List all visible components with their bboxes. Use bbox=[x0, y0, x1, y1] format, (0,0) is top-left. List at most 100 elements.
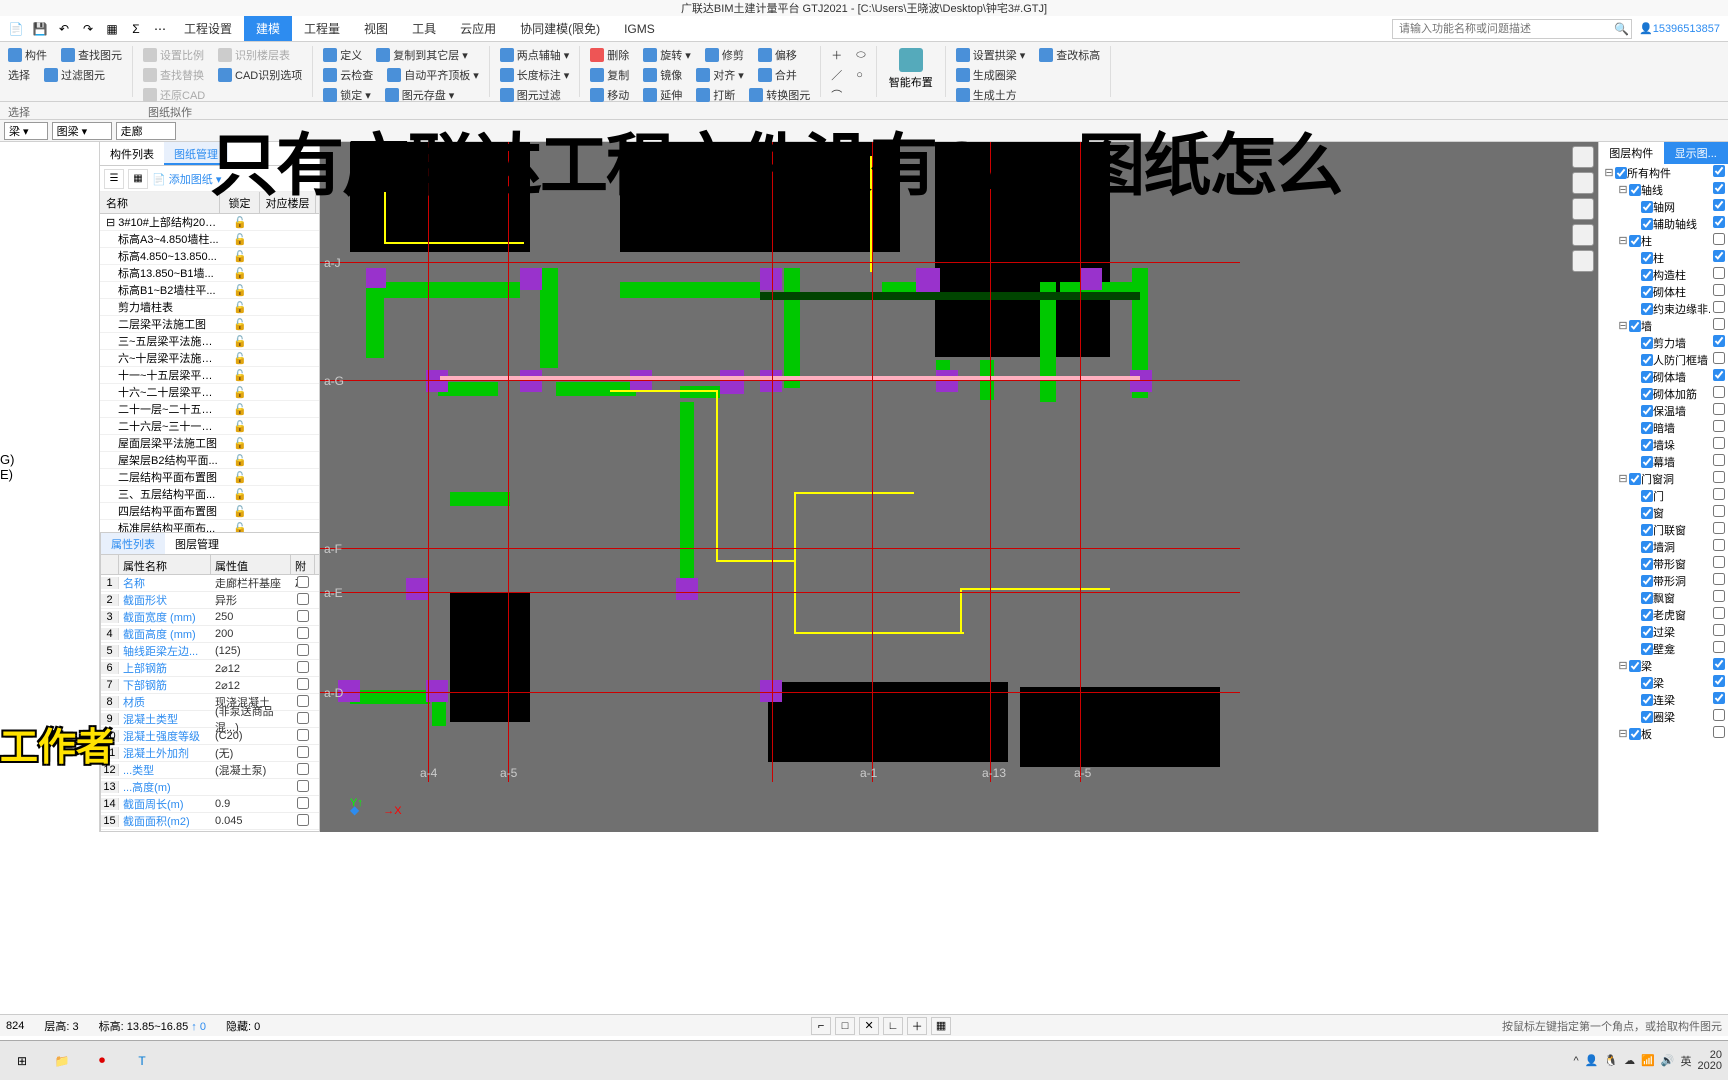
tab-build[interactable]: 建模 bbox=[244, 16, 292, 41]
arc-tool[interactable]: ⌒ bbox=[829, 86, 844, 104]
tab-component-list[interactable]: 构件列表 bbox=[100, 142, 164, 165]
layer-item[interactable]: 飘窗 bbox=[1599, 589, 1728, 606]
tab-igms[interactable]: IGMS bbox=[612, 18, 667, 40]
layer-item[interactable]: 轴网 bbox=[1599, 198, 1728, 215]
layer-item[interactable]: 辅助轴线 bbox=[1599, 215, 1728, 232]
layer-item[interactable]: 砌体墙 bbox=[1599, 368, 1728, 385]
line-tool[interactable]: ＋ bbox=[829, 46, 844, 64]
snap-cancel-icon[interactable]: ✕ bbox=[859, 1017, 879, 1035]
find-elem-button[interactable]: 查找图元 bbox=[59, 46, 124, 64]
floor-select[interactable]: 梁 ▾ bbox=[4, 122, 48, 140]
smart-layout-button[interactable]: 智能布置 bbox=[885, 46, 937, 92]
undo-icon[interactable]: ↶ bbox=[55, 20, 73, 38]
layer-item[interactable]: 约束边缘非... bbox=[1599, 300, 1728, 317]
drawing-item[interactable]: 二十一层~二十五层...🔓 bbox=[100, 401, 319, 418]
layer-item[interactable]: 暗墙 bbox=[1599, 419, 1728, 436]
layer-item[interactable]: 人防门框墙 bbox=[1599, 351, 1728, 368]
record-icon[interactable]: ⏺ bbox=[86, 1045, 118, 1077]
layer-item[interactable]: 连梁 bbox=[1599, 691, 1728, 708]
tab-show-layer[interactable]: 显示图... bbox=[1664, 142, 1728, 164]
drawing-item[interactable]: 标高4.850~13.850...🔓 bbox=[100, 248, 319, 265]
layer-item[interactable]: ⊟板 bbox=[1599, 725, 1728, 742]
define-button[interactable]: 定义 bbox=[321, 46, 364, 64]
category-select[interactable]: 图梁 ▾ bbox=[52, 122, 112, 140]
tab-props[interactable]: 属性列表 bbox=[101, 533, 165, 554]
tab-tool[interactable]: 工具 bbox=[400, 16, 448, 41]
layer-item[interactable]: 保温墙 bbox=[1599, 402, 1728, 419]
tab-cloud[interactable]: 云应用 bbox=[448, 16, 508, 41]
mirror-button[interactable]: 镜像 bbox=[641, 66, 684, 84]
layer-item[interactable]: 剪力墙 bbox=[1599, 334, 1728, 351]
tab-layer-mgr[interactable]: 图层管理 bbox=[165, 533, 229, 554]
length-dim-button[interactable]: 长度标注 ▾ bbox=[498, 66, 572, 84]
tray-ime[interactable]: 英 bbox=[1681, 1053, 1692, 1069]
drawing-item[interactable]: 标高13.850~B1墙...🔓 bbox=[100, 265, 319, 282]
property-row[interactable]: 3截面宽度 (mm)250 bbox=[101, 609, 319, 626]
layer-item[interactable]: ⊟轴线 bbox=[1599, 181, 1728, 198]
layer-item[interactable]: 圈梁 bbox=[1599, 708, 1728, 725]
drawing-item[interactable]: 六~十层梁平法施工图🔓 bbox=[100, 350, 319, 367]
component-button[interactable]: 构件 bbox=[6, 46, 49, 64]
drawing-item[interactable]: 二层梁平法施工图🔓 bbox=[100, 316, 319, 333]
drawing-item[interactable]: ⊟ 3#10#上部结构2020...🔓 bbox=[100, 214, 319, 231]
property-row[interactable]: 15截面面积(m2)0.045 bbox=[101, 813, 319, 830]
property-row[interactable]: 6上部钢筋2⌀12 bbox=[101, 660, 319, 677]
lock-button[interactable]: 锁定 ▾ bbox=[321, 86, 373, 104]
layer-item[interactable]: 构造柱 bbox=[1599, 266, 1728, 283]
browser-icon[interactable]: T bbox=[126, 1045, 158, 1077]
line2-tool[interactable]: ／ bbox=[829, 66, 844, 84]
property-row[interactable]: 5轴线距梁左边...(125) bbox=[101, 643, 319, 660]
layer-item[interactable]: 窗 bbox=[1599, 504, 1728, 521]
save-icon[interactable]: 💾 bbox=[31, 20, 49, 38]
drawing-item[interactable]: 十六~二十层梁平法...🔓 bbox=[100, 384, 319, 401]
copy-button[interactable]: 复制 bbox=[588, 66, 631, 84]
offset-button[interactable]: 偏移 bbox=[756, 46, 799, 64]
auto-level-button[interactable]: 自动平齐顶板 ▾ bbox=[385, 66, 481, 84]
layer-item[interactable]: 墙洞 bbox=[1599, 538, 1728, 555]
cloudcheck-button[interactable]: 云检查 bbox=[321, 66, 375, 84]
drawing-item[interactable]: 标高B1~B2墙柱平...🔓 bbox=[100, 282, 319, 299]
sub-select[interactable]: 走廊 bbox=[116, 122, 176, 140]
layer-item[interactable]: 砌体加筋 bbox=[1599, 385, 1728, 402]
align-button[interactable]: 对齐 ▾ bbox=[694, 66, 746, 84]
layer-item[interactable]: 门联窗 bbox=[1599, 521, 1728, 538]
rect-tool[interactable]: ⬭ bbox=[854, 48, 867, 63]
view-fit[interactable] bbox=[1572, 198, 1594, 220]
tray-volume-icon[interactable]: 🔊 bbox=[1661, 1054, 1675, 1067]
layer-item[interactable]: 过梁 bbox=[1599, 623, 1728, 640]
tab-setup[interactable]: 工程设置 bbox=[172, 16, 244, 41]
trim-button[interactable]: 修剪 bbox=[703, 46, 746, 64]
drawing-item[interactable]: 二层结构平面布置图🔓 bbox=[100, 469, 319, 486]
drawing-item[interactable]: 标高A3~4.850墙柱...🔓 bbox=[100, 231, 319, 248]
user-badge[interactable]: 👤15396513857 bbox=[1639, 22, 1720, 35]
cad-options-button[interactable]: CAD识别选项 bbox=[216, 66, 304, 84]
redo-icon[interactable]: ↷ bbox=[79, 20, 97, 38]
merge-button[interactable]: 合并 bbox=[756, 66, 799, 84]
tab-collab[interactable]: 协同建模(限免) bbox=[508, 16, 612, 41]
search-input[interactable] bbox=[1392, 19, 1632, 39]
layer-item[interactable]: ⊟门窗洞 bbox=[1599, 470, 1728, 487]
drawing-item[interactable]: 四层结构平面布置图🔓 bbox=[100, 503, 319, 520]
property-row[interactable]: 7下部钢筋2⌀12 bbox=[101, 677, 319, 694]
property-row[interactable]: 4截面高度 (mm)200 bbox=[101, 626, 319, 643]
snap-endpoint-icon[interactable]: ⌐ bbox=[811, 1017, 831, 1035]
property-row[interactable]: 13...高度(m) bbox=[101, 779, 319, 796]
snap-ortho-icon[interactable]: ▦ bbox=[931, 1017, 951, 1035]
layer-item[interactable]: 幕墙 bbox=[1599, 453, 1728, 470]
search-icon[interactable]: 🔍 bbox=[1614, 22, 1629, 36]
tab-qty[interactable]: 工程量 bbox=[292, 16, 352, 41]
stretch-button[interactable]: 延伸 bbox=[641, 86, 684, 104]
save-elem-button[interactable]: 图元存盘 ▾ bbox=[383, 86, 457, 104]
view-cube-top[interactable] bbox=[1572, 146, 1594, 168]
break-button[interactable]: 打断 bbox=[694, 86, 737, 104]
view-hand[interactable] bbox=[1572, 224, 1594, 246]
twopoint-aux-button[interactable]: 两点辅轴 ▾ bbox=[498, 46, 572, 64]
gen-ring-beam-button[interactable]: 生成圈梁 bbox=[954, 66, 1019, 84]
drawing-item[interactable]: 屋架层B2结构平面...🔓 bbox=[100, 452, 319, 469]
property-row[interactable]: 11混凝土外加剂(无) bbox=[101, 745, 319, 762]
layer-item[interactable]: 墙垛 bbox=[1599, 436, 1728, 453]
property-rows[interactable]: 1名称走廊栏杆基座2截面形状异形3截面宽度 (mm)2504截面高度 (mm)2… bbox=[101, 575, 319, 830]
drawing-item[interactable]: 剪力墙柱表🔓 bbox=[100, 299, 319, 316]
explorer-icon[interactable]: 📁 bbox=[46, 1045, 78, 1077]
layer-item[interactable]: ⊟墙 bbox=[1599, 317, 1728, 334]
